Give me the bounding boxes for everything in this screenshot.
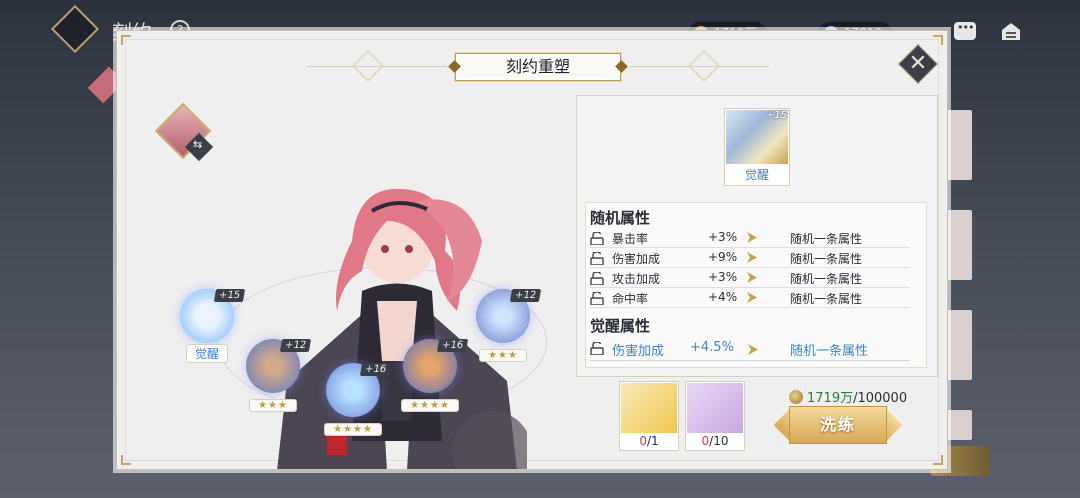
unlock-icon[interactable] <box>590 292 604 305</box>
arrow-right-icon <box>748 344 758 355</box>
attr-row: 命中率 +4% 随机一条属性 <box>590 289 910 308</box>
coin-icon <box>789 390 803 404</box>
background-side-card <box>946 410 972 440</box>
swap-arrows-icon: ⇆ <box>193 138 203 151</box>
background-side-card <box>946 110 972 180</box>
lantern-icon: +16 <box>403 339 469 393</box>
arrow-right-icon <box>747 252 757 263</box>
character-switch-button[interactable]: ⇆ <box>154 102 214 162</box>
material-slot-2[interactable]: 0/10 <box>685 381 745 451</box>
ornament-diamond <box>352 50 384 82</box>
awake-attr-title: 觉醒属性 <box>590 317 651 335</box>
random-attr-title: 随机属性 <box>590 209 651 227</box>
corner-ornament <box>121 455 131 465</box>
gold-cost: 1719万/100000 <box>789 387 907 406</box>
corner-ornament <box>933 35 943 45</box>
equip-slot-3[interactable]: +12 ★★★ <box>472 289 542 362</box>
wings-icon: +12 <box>476 289 542 343</box>
attr-row: 攻击加成 +3% 随机一条属性 <box>590 269 910 288</box>
home-icon[interactable] <box>1000 20 1022 42</box>
gem-stone-icon <box>687 383 743 433</box>
unlock-icon[interactable] <box>590 252 604 265</box>
awake-attr-row: 伤害加成 +4.5% 随机一条属性 <box>590 339 910 361</box>
ornament-diamond <box>688 50 720 82</box>
equip-slot-awake[interactable]: +15 觉醒 <box>176 289 246 363</box>
attribute-panel: +15 觉醒 随机属性 暴击率 +3% 随机一条属性 伤害加成 +9% 随机一条… <box>576 95 938 377</box>
chat-icon[interactable] <box>954 21 976 40</box>
potion-icon <box>621 383 677 433</box>
arrow-right-icon <box>747 292 757 303</box>
attribute-list: 随机属性 暴击率 +3% 随机一条属性 伤害加成 +9% 随机一条属性 攻击加成… <box>585 202 927 368</box>
unlock-icon[interactable] <box>590 232 604 245</box>
attr-row: 暴击率 +3% 随机一条属性 <box>590 229 910 248</box>
close-icon: ✕ <box>908 51 928 76</box>
crystal-icon: +16 <box>326 363 392 417</box>
refine-button[interactable]: 洗练 <box>773 406 903 444</box>
unlock-icon[interactable] <box>590 342 604 355</box>
equip-slot-5[interactable]: +16 ★★★★ <box>399 339 469 412</box>
corner-ornament <box>121 35 131 45</box>
close-button[interactable]: ✕ <box>898 44 938 84</box>
background-side-card <box>946 310 972 380</box>
gear-item-icon: +12 <box>246 339 312 393</box>
equip-slot-2[interactable]: +12 ★★★ <box>242 339 312 412</box>
background-side-card <box>946 210 972 280</box>
arrow-right-icon <box>747 272 757 283</box>
dialog-header: 刻约重塑 <box>117 49 947 83</box>
corner-ornament <box>933 455 943 465</box>
mirror-icon: +15 <box>180 289 246 343</box>
dialog-title: 刻约重塑 <box>455 53 621 81</box>
back-button[interactable] <box>50 4 100 54</box>
attr-row: 伤害加成 +9% 随机一条属性 <box>590 249 910 268</box>
material-slot-1[interactable]: 0/1 <box>619 381 679 451</box>
selected-item[interactable]: +15 觉醒 <box>724 108 790 186</box>
equip-slot-4[interactable]: +16 ★★★★ <box>322 363 392 436</box>
unlock-icon[interactable] <box>590 272 604 285</box>
arrow-right-icon <box>747 232 757 243</box>
reshape-dialog: 刻约重塑 ✕ ⇆ +15 觉醒 +12 ★★★ +12 ★★★ +16 ★★★★… <box>116 30 948 470</box>
